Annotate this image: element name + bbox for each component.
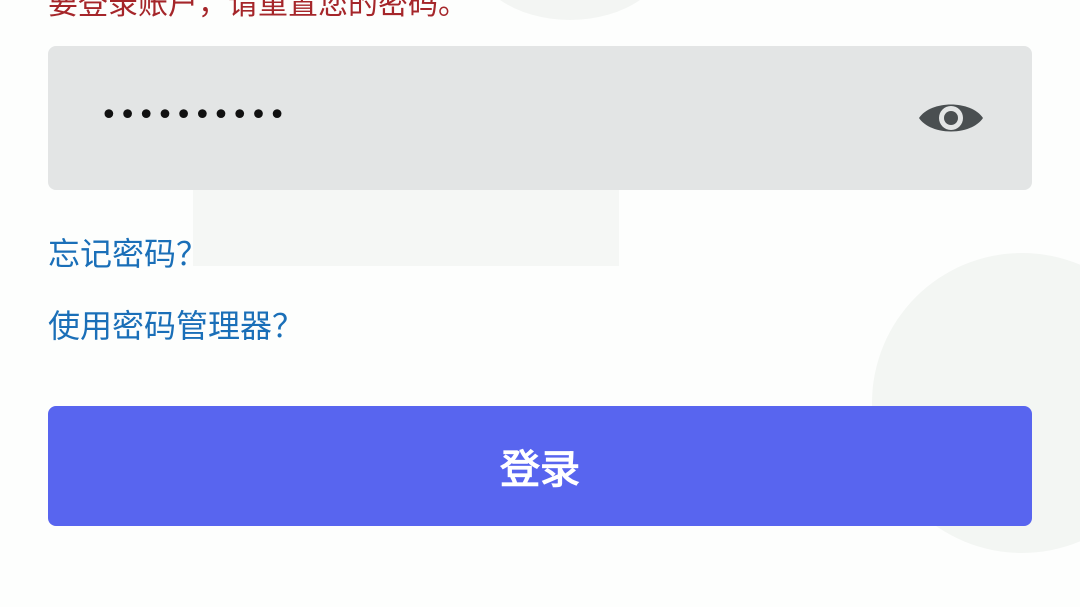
password-field[interactable] [48,46,1032,190]
password-input[interactable] [100,92,860,140]
background-decoration-rect [193,188,619,266]
login-button[interactable]: 登录 [48,406,1032,526]
forgot-password-link[interactable]: 忘记密码？ [48,234,208,274]
password-manager-link[interactable]: 使用密码管理器？ [48,306,304,346]
eye-icon [919,104,983,132]
background-decoration-circle [470,0,670,20]
show-password-button[interactable] [914,90,988,146]
error-message: 要登录账户，请重置您的密码。 [48,0,468,22]
login-page: 要登录账户，请重置您的密码。 忘记密码？ 使用密码管理器？ 登录 [0,0,1080,607]
